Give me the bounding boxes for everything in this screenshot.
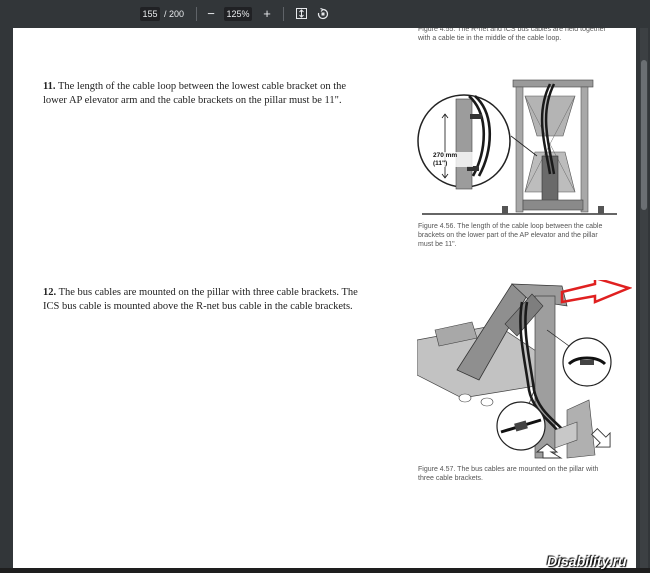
- scrollbar-thumb[interactable]: [641, 60, 647, 210]
- step-11: 11. The length of the cable loop between…: [43, 80, 368, 107]
- figure-caption-4-56: Figure 4.56. The length of the cable loo…: [418, 223, 603, 248]
- figure-caption-4-57: Figure 4.57. The bus cables are mounted …: [418, 466, 599, 482]
- rotate-icon: [317, 7, 329, 20]
- figure-4-56-image: [417, 79, 617, 215]
- zoom-out-button[interactable]: −: [203, 5, 219, 23]
- step-11-text: The length of the cable loop between the…: [43, 81, 347, 106]
- page-number-input[interactable]: 155: [140, 7, 160, 21]
- step-12-number: 12.: [43, 287, 57, 298]
- zoom-level-input[interactable]: 125%: [224, 7, 252, 21]
- figure-caption-4-55: Figure 4.55. The R-net and ICS bus cable…: [418, 28, 606, 42]
- zoom-in-button[interactable]: +: [259, 5, 275, 23]
- step-11-number: 11.: [43, 81, 56, 92]
- fit-page-button[interactable]: [293, 5, 309, 23]
- page-total: / 200: [164, 9, 185, 19]
- rotate-button[interactable]: [315, 5, 331, 23]
- fit-page-icon: [295, 8, 307, 19]
- step-12: 12. The bus cables are mounted on the pi…: [43, 286, 368, 313]
- watermark-text: Disability.ru: [547, 553, 627, 569]
- pdf-page: Figure 4.55. The R-net and ICS bus cable…: [13, 28, 636, 568]
- toolbar-divider: [196, 7, 197, 21]
- figure-4-57-image: [417, 280, 632, 459]
- pdf-toolbar: 155 / 200 − 125% +: [0, 0, 650, 28]
- step-12-text: The bus cables are mounted on the pillar…: [43, 287, 358, 312]
- toolbar-divider: [283, 7, 284, 21]
- cable-loop-measurement-label: 270 mm (11"): [433, 152, 473, 167]
